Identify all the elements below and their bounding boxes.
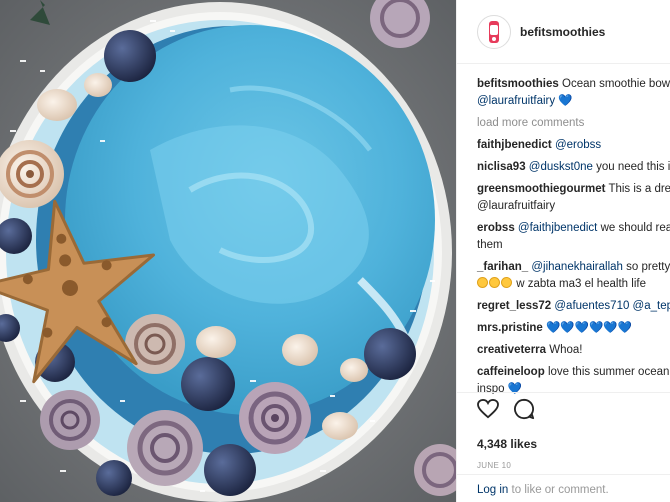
comment-username[interactable]: creativeterra xyxy=(477,344,546,356)
comment-username[interactable]: greensmoothiegourmet xyxy=(477,183,605,195)
caption-username[interactable]: befitsmoothies xyxy=(477,78,559,90)
comment-username[interactable]: caffeineloop xyxy=(477,366,545,378)
post-header: befitsmoothies xyxy=(457,0,670,64)
likes-count[interactable]: 4,348 likes xyxy=(477,437,670,451)
post-date: JUNE 10 xyxy=(477,461,512,470)
heart-icon[interactable] xyxy=(477,398,499,424)
emoji-face-icon xyxy=(477,277,488,288)
comment-mention[interactable]: @afuentes710 @a_tep xyxy=(554,300,670,312)
post-username[interactable]: befitsmoothies xyxy=(520,25,605,39)
comment: greensmoothiegourmet This is a dream @la… xyxy=(477,181,670,215)
comment-username[interactable]: erobss xyxy=(477,222,515,234)
comment-text: Whoa! xyxy=(549,344,583,356)
comment-icon[interactable] xyxy=(513,398,535,425)
login-link[interactable]: Log in xyxy=(477,484,508,496)
comment-text: you need this in your life xyxy=(596,161,670,173)
blue-heart-icon: 💙 xyxy=(558,95,573,107)
comment-username[interactable]: mrs.pristine xyxy=(477,322,543,334)
blue-heart-icon: 💙💙💙💙💙💙 xyxy=(546,322,632,334)
comment-text-2: w zabta ma3 el health life xyxy=(516,278,646,290)
login-prompt: Log in to like or comment. xyxy=(457,474,670,502)
post-photo[interactable] xyxy=(0,0,456,502)
heart-eyes-emoji-icon xyxy=(477,277,513,290)
comment-mention[interactable]: @jihanekhairallah xyxy=(531,261,623,273)
comment: _farihan_ @jihanekhairallah so pretty w … xyxy=(477,259,670,293)
caption-mention[interactable]: @laurafruitfairy xyxy=(477,95,555,107)
comment-mention[interactable]: @faithjbenedict xyxy=(518,222,597,234)
emoji-face-icon xyxy=(501,277,512,288)
comment-username[interactable]: faithjbenedict xyxy=(477,139,552,151)
comments-list: befitsmoothies Ocean smoothie bow @laura… xyxy=(457,64,670,394)
action-icons xyxy=(477,398,670,425)
post-actions: 4,348 likes JUNE 10 xyxy=(457,392,670,470)
comment: regret_less72 @afuentes710 @a_tep xyxy=(477,298,670,315)
caption-text: Ocean smoothie bow xyxy=(562,78,670,90)
load-more-comments[interactable]: load more comments xyxy=(477,115,670,132)
comment: faithjbenedict @erobss xyxy=(477,137,670,154)
emoji-face-icon xyxy=(489,277,500,288)
login-text: to like or comment. xyxy=(511,484,609,496)
post-sidebar: befitsmoothies befitsmoothies Ocean smoo… xyxy=(456,0,670,502)
comment-username[interactable]: _farihan_ xyxy=(477,261,528,273)
comment: creativeterra Whoa! xyxy=(477,342,670,359)
comment-mention[interactable]: @duskst0ne xyxy=(529,161,593,173)
comment-username[interactable]: niclisa93 xyxy=(477,161,526,173)
avatar[interactable] xyxy=(477,14,511,49)
comment: erobss @faithjbenedict we should really … xyxy=(477,220,670,254)
caption: befitsmoothies Ocean smoothie bow @laura… xyxy=(477,76,670,110)
comment-username[interactable]: regret_less72 xyxy=(477,300,551,312)
comment-mention[interactable]: @erobss xyxy=(555,139,601,151)
comment: niclisa93 @duskst0ne you need this in yo… xyxy=(477,159,670,176)
comment-text: so pretty xyxy=(626,261,670,273)
comment: caffeineloop love this summer ocean smoo… xyxy=(477,364,670,394)
comment: mrs.pristine 💙💙💙💙💙💙 xyxy=(477,320,670,337)
